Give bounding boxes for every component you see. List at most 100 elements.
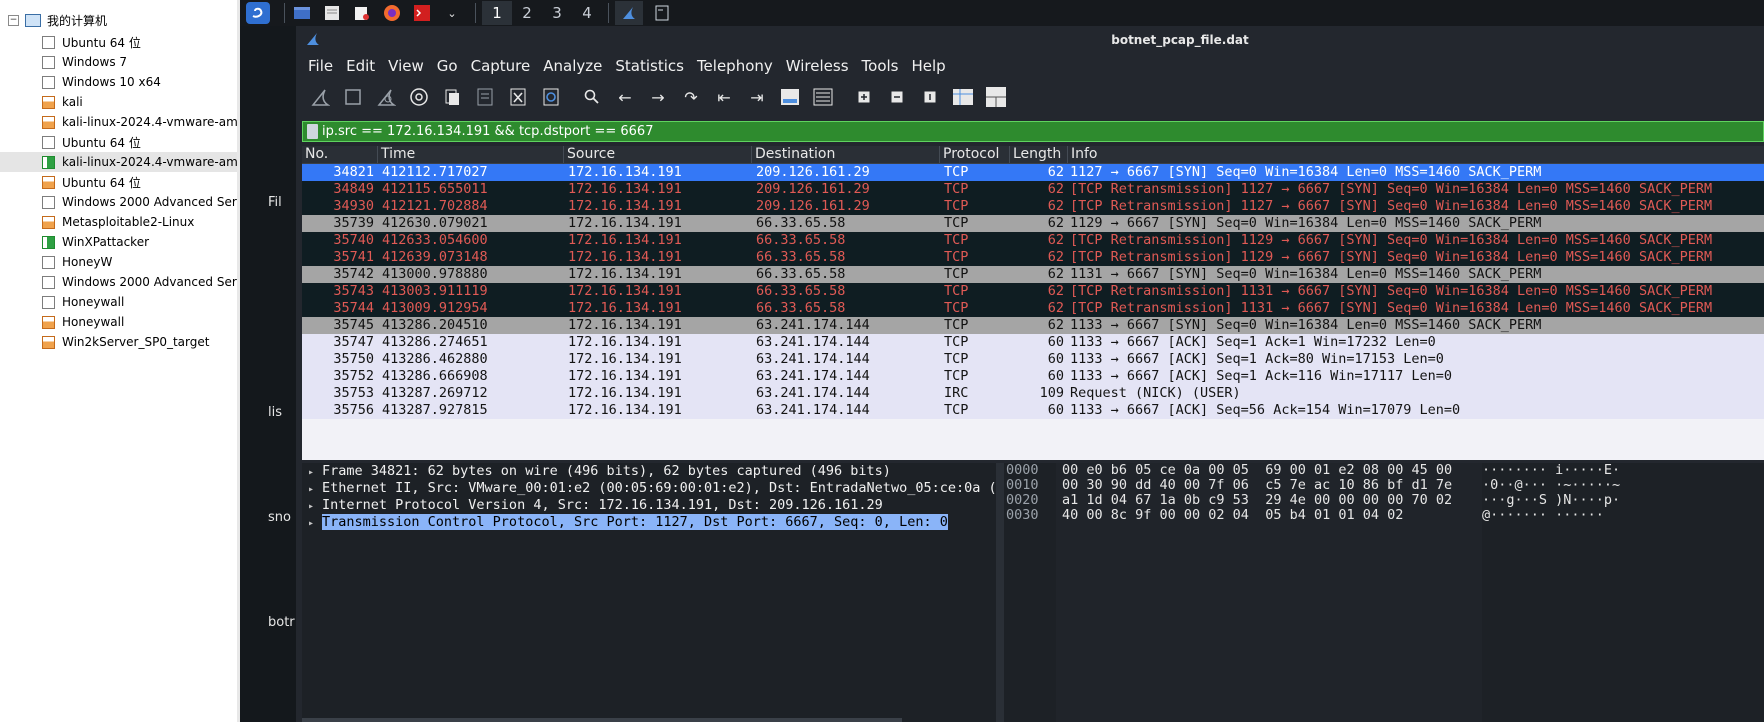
menu-view[interactable]: View xyxy=(388,57,424,75)
go-forward-icon[interactable]: → xyxy=(646,85,670,109)
packet-row[interactable]: 35747 413286.274651 172.16.134.191 63.241.1… xyxy=(302,334,1764,351)
vm-item[interactable]: Ubuntu 64 位 xyxy=(0,132,240,152)
autoscroll-icon[interactable] xyxy=(778,85,802,109)
bookmark-icon[interactable] xyxy=(307,124,318,139)
vm-item[interactable]: Honeywall xyxy=(0,292,240,312)
workspace-1[interactable]: 1 xyxy=(482,1,512,25)
expand-arrow-icon[interactable]: ▸ xyxy=(308,481,322,497)
menu-capture[interactable]: Capture xyxy=(471,57,531,75)
vm-item[interactable]: Honeywall xyxy=(0,312,240,332)
vm-item[interactable]: WinXPattacker xyxy=(0,232,240,252)
vm-item[interactable]: kali-linux-2024.4-vmware-amd xyxy=(0,152,240,172)
workspace-3[interactable]: 3 xyxy=(542,1,572,25)
library-root[interactable]: − 我的计算机 xyxy=(8,12,107,29)
packet-row[interactable]: 34930 412121.702884 172.16.134.191 209.126.… xyxy=(302,198,1764,215)
firefox-icon[interactable] xyxy=(381,2,403,24)
window-titlebar[interactable]: botnet_pcap_file.dat xyxy=(296,26,1764,53)
desktop-icon-label[interactable]: botr xyxy=(268,615,295,630)
detail-tree-item[interactable]: ▸ Transmission Control Protocol, Src Port… xyxy=(302,514,996,531)
packet-row[interactable]: 34849 412115.655011 172.16.134.191 209.126.… xyxy=(302,181,1764,198)
wireshark-task-icon[interactable] xyxy=(615,1,643,25)
menu-edit[interactable]: Edit xyxy=(346,57,375,75)
workspace-4[interactable]: 4 xyxy=(572,1,602,25)
packet-row[interactable]: 35750 413286.462880 172.16.134.191 63.241.1… xyxy=(302,351,1764,368)
colorize-icon[interactable] xyxy=(811,85,835,109)
bytes-ascii-column[interactable]: ········ i·····E· ·0··@··· ·~·····~ ···g··… xyxy=(1476,463,1764,722)
vm-item[interactable]: Ubuntu 64 位 xyxy=(0,172,240,192)
packet-row[interactable]: 35753 413287.269712 172.16.134.191 63.241.1… xyxy=(302,385,1764,402)
bytes-hex-column[interactable]: 00 e0 b6 05 ce 0a 00 05 69 00 01 e2 08 0… xyxy=(1056,463,1482,722)
column-header-time[interactable]: Time xyxy=(378,146,564,163)
vm-item[interactable]: Metasploitable2-Linux xyxy=(0,212,240,232)
reload-file-icon[interactable] xyxy=(539,85,563,109)
save-file-icon[interactable] xyxy=(473,85,497,109)
first-packet-icon[interactable]: ⇤ xyxy=(712,85,736,109)
menu-statistics[interactable]: Statistics xyxy=(615,57,684,75)
horizontal-scrollbar[interactable] xyxy=(302,718,902,722)
collapse-toggle-icon[interactable]: − xyxy=(8,15,19,26)
resize-columns-icon[interactable] xyxy=(951,85,975,109)
find-packet-icon[interactable] xyxy=(580,85,604,109)
packet-row[interactable]: 35756 413287.927815 172.16.134.191 63.241.1… xyxy=(302,402,1764,419)
last-packet-icon[interactable]: ⇥ xyxy=(745,85,769,109)
menu-telephony[interactable]: Telephony xyxy=(697,57,773,75)
packet-row[interactable]: 35752 413286.666908 172.16.134.191 63.241.1… xyxy=(302,368,1764,385)
desktop-icon-label[interactable]: lis xyxy=(268,405,282,420)
stop-capture-icon[interactable] xyxy=(341,85,365,109)
expand-arrow-icon[interactable]: ▸ xyxy=(308,498,322,514)
vm-item[interactable]: Windows 7 xyxy=(0,52,240,72)
display-filter-input[interactable]: ip.src == 172.16.134.191 && tcp.dstport … xyxy=(322,124,653,139)
app-menu-icon[interactable] xyxy=(246,2,270,24)
packet-row[interactable]: 35743 413003.911119 172.16.134.191 66.33.65… xyxy=(302,283,1764,300)
packet-row[interactable]: 35745 413286.204510 172.16.134.191 63.241.1… xyxy=(302,317,1764,334)
column-header-info[interactable]: Info xyxy=(1068,146,1764,163)
close-file-icon[interactable] xyxy=(506,85,530,109)
open-file-icon[interactable] xyxy=(440,85,464,109)
capture-options-icon[interactable] xyxy=(407,85,431,109)
packet-row[interactable]: 35739 412630.079021 172.16.134.191 66.33.65… xyxy=(302,215,1764,232)
column-header-protocol[interactable]: Protocol xyxy=(940,146,1010,163)
vm-item[interactable]: kali xyxy=(0,92,240,112)
columns-layout-icon[interactable] xyxy=(984,85,1008,109)
workspace-2[interactable]: 2 xyxy=(512,1,542,25)
menu-file[interactable]: File xyxy=(308,57,333,75)
menu-analyze[interactable]: Analyze xyxy=(543,57,602,75)
restart-capture-icon[interactable] xyxy=(374,85,398,109)
vm-item[interactable]: Win2kServer_SP0_target xyxy=(0,332,240,352)
file-manager-icon[interactable] xyxy=(291,2,313,24)
menu-help[interactable]: Help xyxy=(911,57,945,75)
column-header-source[interactable]: Source xyxy=(564,146,752,163)
zoom-out-icon[interactable] xyxy=(885,85,909,109)
detail-tree-item[interactable]: ▸ Frame 34821: 62 bytes on wire (496 bits… xyxy=(302,463,996,480)
vm-item[interactable]: Windows 2000 Advanced Serv xyxy=(0,192,240,212)
chevron-down-icon[interactable]: ⌄ xyxy=(441,2,463,24)
packet-row[interactable]: 35742 413000.978880 172.16.134.191 66.33.65… xyxy=(302,266,1764,283)
notes-icon[interactable] xyxy=(351,2,373,24)
expand-arrow-icon[interactable]: ▸ xyxy=(308,515,322,531)
detail-tree-item[interactable]: ▸ Ethernet II, Src: VMware_00:01:e2 (00:0… xyxy=(302,480,996,497)
vm-item[interactable]: Windows 2000 Advanced Serv xyxy=(0,272,240,292)
detail-tree-item[interactable]: ▸ Internet Protocol Version 4, Src: 172.1… xyxy=(302,497,996,514)
menu-tools[interactable]: Tools xyxy=(862,57,899,75)
desktop-icon-label[interactable]: sno xyxy=(268,510,291,525)
vm-item[interactable]: Ubuntu 64 位 xyxy=(0,32,240,52)
column-header-destination[interactable]: Destination xyxy=(752,146,940,163)
menu-wireless[interactable]: Wireless xyxy=(786,57,849,75)
column-header-length[interactable]: Length xyxy=(1010,146,1068,163)
expand-arrow-icon[interactable]: ▸ xyxy=(308,464,322,480)
vm-item[interactable]: HoneyW xyxy=(0,252,240,272)
desktop-icon-label[interactable]: Fil xyxy=(268,195,282,210)
zoom-in-icon[interactable] xyxy=(852,85,876,109)
packet-row[interactable]: 34821 412112.717027 172.16.134.191 209.126.… xyxy=(302,164,1764,181)
packet-row[interactable]: 35744 413009.912954 172.16.134.191 66.33.65… xyxy=(302,300,1764,317)
go-to-packet-icon[interactable]: ↷ xyxy=(679,85,703,109)
normal-size-icon[interactable] xyxy=(918,85,942,109)
column-header-no[interactable]: No. xyxy=(302,146,378,163)
vm-item[interactable]: kali-linux-2024.4-vmware-amd xyxy=(0,112,240,132)
menu-go[interactable]: Go xyxy=(437,57,458,75)
start-capture-icon[interactable] xyxy=(308,85,332,109)
packet-row[interactable]: 35741 412639.073148 172.16.134.191 66.33.65… xyxy=(302,249,1764,266)
vm-item[interactable]: Windows 10 x64 xyxy=(0,72,240,92)
text-editor-icon[interactable] xyxy=(321,2,343,24)
packet-row[interactable]: 35740 412633.054600 172.16.134.191 66.33.65… xyxy=(302,232,1764,249)
